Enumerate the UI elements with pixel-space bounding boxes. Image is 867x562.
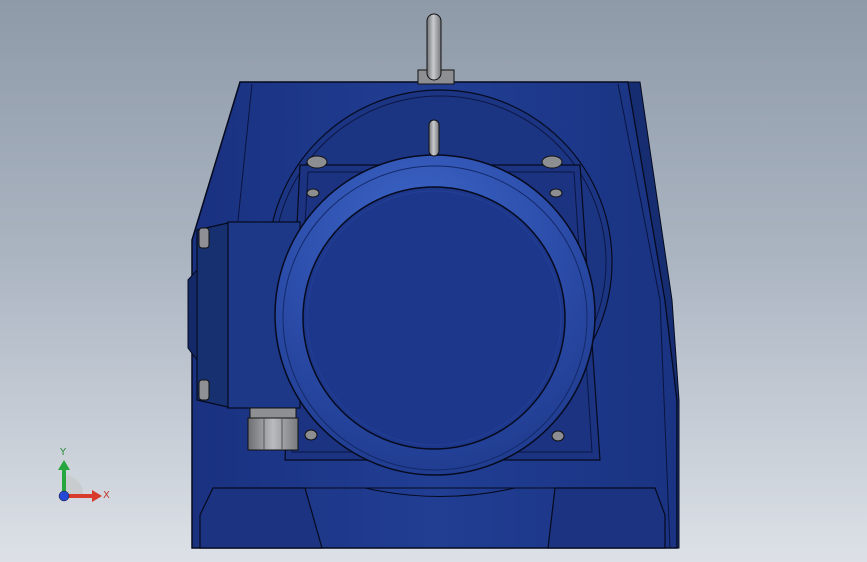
triad-x-label: X [103,490,110,501]
gear-motor-model[interactable]: Y X [0,0,867,562]
coordinate-triad-icon: Y X [58,447,110,502]
cad-viewport[interactable]: Y X [0,0,867,562]
cable-gland-nut [247,407,299,451]
triad-y-label: Y [59,447,67,458]
motor-end-cover[interactable] [274,154,596,476]
